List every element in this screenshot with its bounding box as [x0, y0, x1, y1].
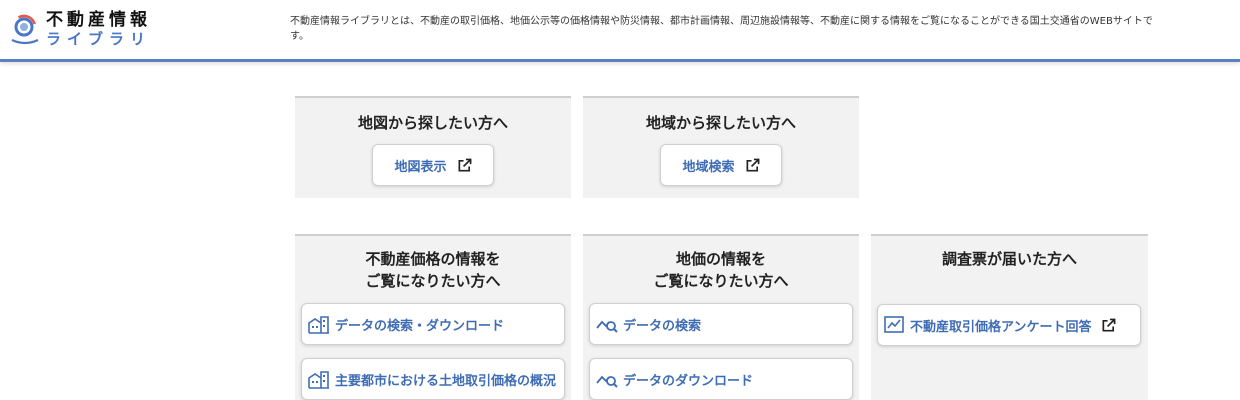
- card-title-line2: ご覧になりたい方へ: [365, 272, 501, 290]
- card-land-price: 地価の情報を ご覧になりたい方へ データの検索 データのダウンロード: [583, 234, 859, 400]
- chart-search-icon: [596, 375, 618, 388]
- card-title-line2: ご覧になりたい方へ: [653, 272, 789, 290]
- region-search-button[interactable]: 地域検索: [660, 144, 782, 186]
- card-survey: 調査票が届いた方へ 不動産取引価格アンケート回答: [871, 234, 1148, 400]
- survey-form-icon: [884, 316, 904, 333]
- site-logo[interactable]: 不動産情報 ライブラリ: [10, 9, 170, 49]
- logo-title: 不動産情報: [46, 9, 151, 30]
- external-link-icon: [1102, 318, 1116, 331]
- chart-search-icon: [596, 320, 618, 333]
- button-label: データの検索・ダウンロード: [335, 318, 505, 334]
- major-city-price-overview-button[interactable]: 主要都市における土地取引価格の概況: [301, 358, 565, 400]
- external-link-icon: [746, 158, 759, 171]
- card-region-search: 地域から探したい方へ 地域検索: [583, 96, 859, 198]
- price-data-search-download-button[interactable]: データの検索・ダウンロード: [301, 303, 565, 345]
- button-label: 不動産取引価格アンケート回答: [910, 319, 1092, 335]
- land-data-download-button[interactable]: データのダウンロード: [589, 358, 853, 400]
- button-label: 地図表示: [394, 159, 447, 175]
- logo-swirl-icon: [11, 14, 39, 45]
- card-title-line1: 地価の情報を: [675, 250, 766, 268]
- building-icon: [308, 316, 329, 334]
- survey-answer-button[interactable]: 不動産取引価格アンケート回答: [877, 304, 1141, 346]
- land-data-search-button[interactable]: データの検索: [589, 303, 853, 345]
- building-icon: [308, 371, 329, 389]
- card-title: 調査票が届いた方へ: [941, 250, 1077, 268]
- card-title: 地図から探したい方へ: [357, 114, 508, 132]
- card-title-line1: 不動産価格の情報を: [365, 250, 501, 268]
- card-map-search: 地図から探したい方へ 地図表示: [295, 96, 571, 198]
- card-real-estate-price: 不動産価格の情報を ご覧になりたい方へ データの検索・ダウンロード 主要都市にお…: [295, 234, 571, 400]
- external-link-icon: [458, 158, 471, 171]
- logo-subtitle: ライブラリ: [46, 29, 152, 48]
- button-label: 主要都市における土地取引価格の概況: [335, 373, 557, 389]
- map-view-button[interactable]: 地図表示: [372, 144, 494, 186]
- button-label: 地域検索: [682, 159, 735, 175]
- site-tagline: 不動産情報ライブラリとは、不動産の取引価格、地価公示等の価格情報や防災情報、都市…: [290, 16, 1153, 42]
- card-title: 地域から探したい方へ: [645, 114, 796, 132]
- button-label: データの検索: [623, 318, 702, 334]
- button-label: データのダウンロード: [623, 373, 754, 389]
- site-header: 不動産情報 ライブラリ 不動産情報ライブラリとは、不動産の取引価格、地価公示等の…: [0, 0, 1240, 62]
